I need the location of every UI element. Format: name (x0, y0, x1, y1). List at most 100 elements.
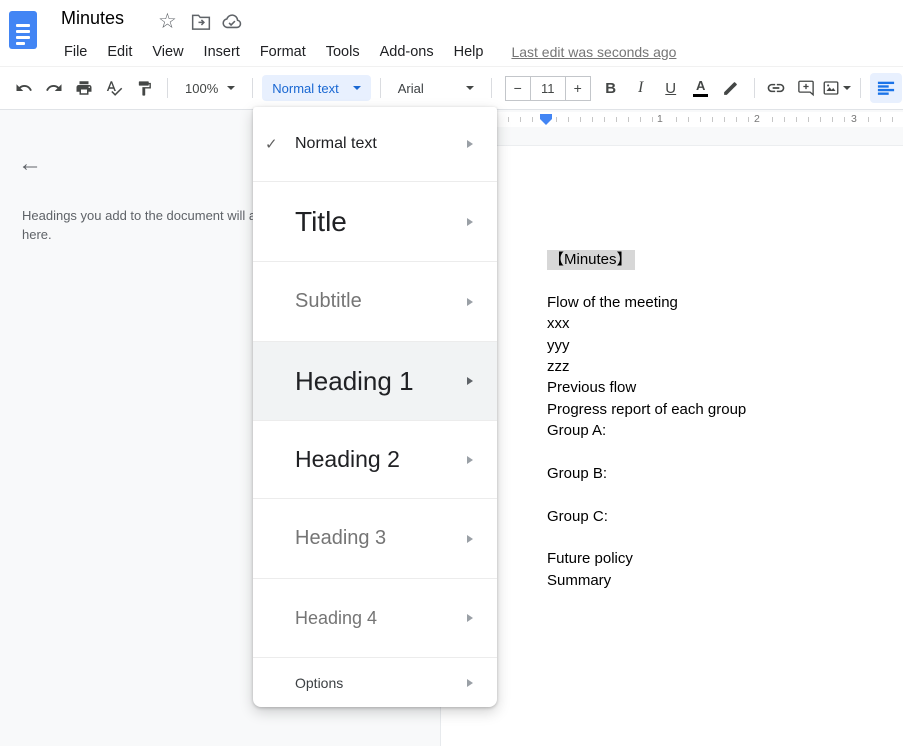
toolbar-divider (380, 78, 381, 98)
menu-help[interactable]: Help (444, 41, 494, 63)
menu-file[interactable]: File (54, 41, 97, 63)
bold-button[interactable]: B (597, 74, 625, 102)
zoom-select[interactable]: 100% (175, 81, 245, 96)
text-color-button[interactable]: A (687, 74, 715, 102)
increase-font-size-button[interactable]: + (565, 76, 591, 101)
font-size-input[interactable]: 11 (530, 76, 566, 101)
doc-line[interactable]: xxx (547, 313, 746, 334)
docs-logo-icon[interactable] (9, 11, 37, 49)
style-menu-item-heading-2[interactable]: Heading 2 (253, 421, 497, 499)
paragraph-style-select[interactable]: Normal text (262, 75, 370, 101)
menu-format[interactable]: Format (250, 41, 316, 63)
close-outline-arrow[interactable]: ← (18, 152, 42, 176)
doc-line[interactable]: Progress report of each group (547, 399, 746, 420)
doc-line[interactable]: zzz (547, 356, 746, 377)
undo-icon (15, 79, 33, 97)
highlighted-text[interactable]: 【Minutes】 (547, 250, 635, 270)
menubar: File Edit View Insert Format Tools Add-o… (54, 41, 676, 63)
paint-format-button[interactable] (130, 74, 158, 102)
font-size-control: − 11 + (505, 76, 591, 101)
text-color-icon: A (693, 79, 708, 97)
menu-tools[interactable]: Tools (316, 41, 370, 63)
check-icon: ✓ (265, 135, 278, 153)
chevron-down-icon (353, 86, 361, 90)
chevron-down-icon (466, 86, 474, 90)
doc-line[interactable]: Group A: (547, 420, 746, 441)
doc-line[interactable]: yyy (547, 335, 746, 356)
doc-line[interactable]: Summary (547, 570, 746, 591)
doc-line[interactable]: Previous flow (547, 377, 746, 398)
doc-line[interactable]: Flow of the meeting (547, 292, 746, 313)
google-docs-app: Minutes ☆ File Edit View Insert Format T… (0, 0, 903, 746)
menu-edit[interactable]: Edit (97, 41, 142, 63)
submenu-arrow-icon (467, 614, 473, 622)
redo-icon (45, 79, 63, 97)
logo-line (16, 36, 30, 39)
doc-line[interactable]: 【Minutes】 (547, 249, 746, 270)
last-edit-link[interactable]: Last edit was seconds ago (511, 44, 676, 60)
highlight-color-button[interactable] (717, 74, 745, 102)
link-icon (766, 78, 786, 98)
toolbar-divider (252, 78, 253, 98)
menu-addons[interactable]: Add-ons (370, 41, 444, 63)
submenu-arrow-icon (467, 377, 473, 385)
comment-icon (797, 79, 815, 97)
doc-line[interactable]: Future policy (547, 548, 746, 569)
ruler-mark: 1 (654, 113, 666, 125)
doc-line[interactable]: Group C: (547, 506, 746, 527)
paragraph-style-menu: ✓ Normal text Title Subtitle Heading 1 H… (253, 107, 497, 707)
paint-format-icon (136, 80, 153, 97)
submenu-arrow-icon (467, 218, 473, 226)
insert-link-button[interactable] (762, 74, 790, 102)
submenu-arrow-icon (467, 535, 473, 543)
star-icon[interactable]: ☆ (158, 11, 177, 33)
submenu-arrow-icon (467, 679, 473, 687)
document-title[interactable]: Minutes (61, 8, 124, 29)
zoom-value: 100% (185, 81, 218, 96)
toolbar-divider (491, 78, 492, 98)
paragraph-style-value: Normal text (272, 81, 338, 96)
style-menu-item-heading-4[interactable]: Heading 4 (253, 579, 497, 658)
image-icon (822, 79, 840, 97)
doc-line[interactable] (547, 527, 746, 548)
menu-view[interactable]: View (142, 41, 193, 63)
move-folder-icon[interactable] (191, 13, 211, 31)
align-button[interactable] (870, 73, 902, 103)
ruler[interactable]: 1 2 3 (440, 112, 903, 127)
ruler-ticks (448, 117, 903, 122)
add-comment-button[interactable] (792, 74, 820, 102)
underline-button[interactable]: U (657, 74, 685, 102)
doc-line[interactable]: Group B: (547, 463, 746, 484)
logo-line (16, 24, 30, 27)
print-button[interactable] (70, 74, 98, 102)
toolbar-divider (754, 78, 755, 98)
highlighter-icon (722, 80, 739, 97)
chevron-down-icon (843, 86, 851, 90)
logo-line (16, 42, 25, 45)
decrease-font-size-button[interactable]: − (505, 76, 531, 101)
style-menu-item-normal-text[interactable]: ✓ Normal text (253, 107, 497, 182)
style-menu-item-title[interactable]: Title (253, 182, 497, 262)
style-menu-item-heading-3[interactable]: Heading 3 (253, 499, 497, 579)
submenu-arrow-icon (467, 140, 473, 148)
font-select[interactable]: Arial (388, 81, 484, 96)
menu-insert[interactable]: Insert (194, 41, 250, 63)
doc-line[interactable] (547, 270, 746, 291)
undo-button[interactable] (10, 74, 38, 102)
style-menu-item-options[interactable]: Options (253, 658, 497, 707)
redo-button[interactable] (40, 74, 68, 102)
doc-line[interactable] (547, 442, 746, 463)
insert-image-button[interactable] (822, 79, 851, 97)
document-text: 【Minutes】 Flow of the meeting xxx yyy zz… (547, 249, 746, 591)
cloud-saved-icon[interactable] (221, 13, 243, 30)
style-menu-item-heading-1[interactable]: Heading 1 (253, 342, 497, 421)
align-left-icon (877, 80, 895, 96)
logo-line (16, 30, 30, 33)
italic-button[interactable]: I (627, 74, 655, 102)
toolbar: 100% Normal text Arial − 11 + B I U A (0, 66, 903, 110)
indent-marker[interactable] (540, 114, 552, 125)
spellcheck-button[interactable] (100, 74, 128, 102)
style-menu-item-subtitle[interactable]: Subtitle (253, 262, 497, 342)
doc-line[interactable] (547, 484, 746, 505)
header: Minutes ☆ File Edit View Insert Format T… (0, 0, 903, 66)
